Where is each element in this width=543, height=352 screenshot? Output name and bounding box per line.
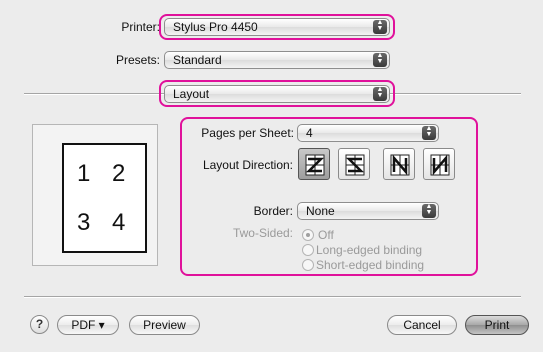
- presets-value: Standard: [173, 53, 222, 67]
- layout-direction-n-button[interactable]: [423, 148, 455, 180]
- presets-popup[interactable]: Standard ▲ ▼: [164, 51, 390, 69]
- presets-label: Presets:: [115, 53, 160, 67]
- two-sided-short-edge-radio[interactable]: [302, 259, 314, 271]
- two-sided-off-label: Off: [318, 228, 334, 242]
- border-label: Border:: [253, 204, 293, 218]
- pages-per-sheet-value: 4: [306, 126, 313, 140]
- printer-highlight: [159, 14, 395, 40]
- preview-page-number: 3: [77, 209, 91, 236]
- question-mark-icon: ?: [35, 317, 44, 331]
- border-popup[interactable]: None ▲ ▼: [297, 202, 439, 220]
- print-button[interactable]: Print: [465, 315, 529, 335]
- layout-direction-n-reverse-button[interactable]: [383, 148, 415, 180]
- layout-direction-label: Layout Direction:: [202, 158, 293, 172]
- preview-page-number: 4: [112, 209, 126, 236]
- reverse-n-direction-icon: [390, 154, 410, 176]
- panel-highlight: [159, 80, 395, 107]
- preview-page-number: 2: [112, 160, 126, 187]
- preview-page-number: 1: [77, 160, 91, 187]
- pages-per-sheet-popup[interactable]: 4 ▲ ▼: [297, 124, 439, 142]
- pdf-button[interactable]: PDF ▾: [57, 315, 119, 335]
- popup-arrows-icon: ▲ ▼: [373, 52, 387, 67]
- two-sided-short-edge-label: Short-edged binding: [316, 258, 425, 272]
- help-button[interactable]: ?: [30, 315, 49, 334]
- two-sided-long-edge-label: Long-edged binding: [316, 243, 423, 257]
- border-value: None: [306, 204, 335, 218]
- layout-direction-s-button[interactable]: [338, 148, 370, 180]
- radio-selected-dot: [306, 233, 310, 237]
- n-direction-icon: [430, 154, 450, 176]
- layout-direction-z-button[interactable]: [298, 148, 330, 180]
- pages-per-sheet-label: Pages per Sheet:: [201, 126, 294, 140]
- two-sided-off-radio[interactable]: [302, 229, 314, 241]
- cancel-button[interactable]: Cancel: [387, 315, 457, 335]
- page-preview-sheet: [62, 143, 147, 253]
- two-sided-long-edge-radio[interactable]: [302, 244, 314, 256]
- two-sided-label: Two-Sided:: [232, 226, 293, 240]
- popup-arrows-icon: ▲ ▼: [422, 125, 436, 140]
- popup-arrows-icon: ▲ ▼: [422, 203, 436, 218]
- preview-button[interactable]: Preview: [129, 315, 200, 335]
- printer-label: Printer:: [121, 20, 160, 34]
- reverse-z-direction-icon: [345, 154, 365, 176]
- z-direction-icon: [305, 154, 325, 176]
- bottom-separator-highlight: [24, 297, 521, 298]
